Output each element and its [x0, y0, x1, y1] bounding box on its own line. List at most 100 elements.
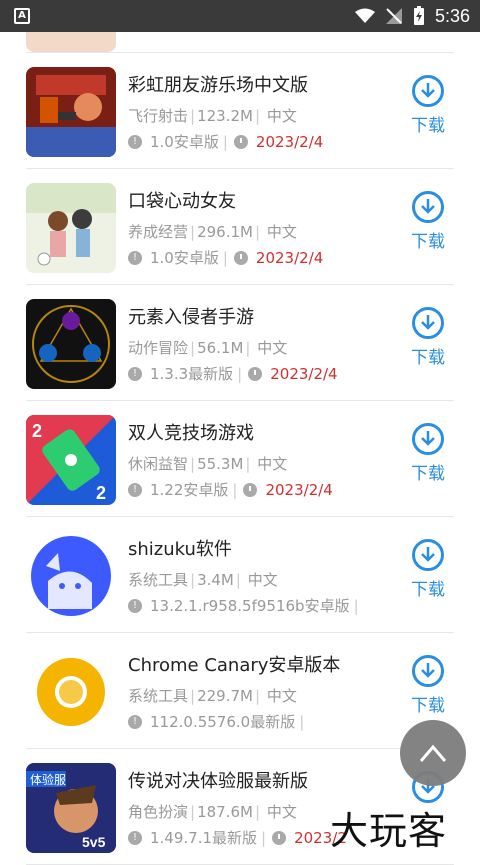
thumb-number-left: 2: [32, 421, 42, 441]
battery-charging-icon: [413, 6, 424, 25]
app-size: 229.7M: [197, 687, 253, 705]
partial-list-item[interactable]: [26, 32, 454, 53]
info-icon: !: [128, 366, 142, 381]
app-meta: 飞行射击 | 123.2M | 中文: [128, 107, 297, 125]
watermark: 大玩客: [330, 809, 448, 853]
app-category: 养成经营: [128, 223, 189, 241]
info-icon: !: [128, 250, 142, 265]
app-date: 2023/2/4: [255, 132, 324, 151]
clock-icon: [248, 366, 263, 381]
download-button[interactable]: 下载: [402, 191, 454, 252]
app-thumbnail[interactable]: [26, 647, 116, 737]
thumb-number-right: 2: [96, 483, 106, 503]
app-category: 休闲益智: [128, 455, 189, 473]
no-signal-icon: [385, 8, 402, 24]
download-label: 下载: [411, 580, 445, 600]
download-label: 下载: [411, 696, 445, 716]
app-category: 角色扮演: [128, 803, 189, 821]
download-button[interactable]: 下载: [402, 539, 454, 600]
app-version: 1.0安卓版: [150, 249, 219, 267]
list-item[interactable]: 彩虹朋友游乐场中文版 飞行射击 | 123.2M | 中文 ! 1.0安卓版 | 2023/…: [26, 53, 454, 169]
download-label: 下载: [411, 348, 445, 368]
app-meta: 养成经营 | 296.1M | 中文: [128, 223, 297, 241]
info-icon: !: [128, 830, 142, 845]
status-bar: A 5:36: [0, 0, 480, 32]
app-date: 2023/2/4: [270, 364, 338, 383]
app-meta: 动作冒险 | 56.1M | 中文: [128, 339, 288, 357]
app-size: 123.2M: [197, 107, 253, 125]
app-thumbnail[interactable]: [26, 67, 116, 157]
app-title[interactable]: Chrome Canary安卓版本: [128, 651, 340, 677]
app-category: 动作冒险: [128, 339, 189, 357]
app-thumbnail[interactable]: [26, 183, 116, 273]
list-item[interactable]: Chrome Canary安卓版本 系统工具 | 229.7M | 中文 ! 112.0…: [26, 633, 454, 749]
app-title[interactable]: 双人竞技场游戏: [128, 419, 254, 445]
info-icon: !: [128, 134, 142, 149]
app-size: 56.1M: [197, 339, 244, 357]
app-version-row: ! 112.0.5576.0最新版 |: [128, 711, 304, 732]
app-size: 296.1M: [197, 223, 253, 241]
app-version: 1.49.7.1最新版: [150, 829, 258, 847]
chevron-up-icon: [419, 744, 447, 762]
app-category: 飞行射击: [128, 107, 189, 125]
app-version-row: ! 1.22安卓版 | 2023/2/4: [128, 479, 333, 500]
app-date: 2023/2/4: [265, 480, 333, 499]
download-icon: [412, 655, 444, 687]
app-title[interactable]: 彩虹朋友游乐场中文版: [128, 71, 308, 97]
download-icon: [412, 307, 444, 339]
app-version: 1.22安卓版: [150, 481, 229, 499]
app-version-row: ! 13.2.1.r958.5f9516b安卓版 |: [128, 595, 359, 616]
download-icon: [412, 75, 444, 107]
app-thumbnail[interactable]: [26, 531, 116, 621]
app-meta: 系统工具 | 3.4M | 中文: [128, 571, 278, 589]
app-size: 187.6M: [197, 803, 253, 821]
list-item[interactable]: 口袋心动女友 养成经营 | 296.1M | 中文 ! 1.0安卓版 | 2023/2/4 …: [26, 169, 454, 285]
list-item[interactable]: 元素入侵者手游 动作冒险 | 56.1M | 中文 ! 1.3.3最新版 | 2023/2/…: [26, 285, 454, 401]
clock-icon: [233, 134, 248, 149]
app-language: 中文: [266, 803, 297, 821]
app-version-row: ! 1.0安卓版 | 2023/2/4: [128, 247, 323, 268]
app-version: 112.0.5576.0最新版: [150, 713, 296, 731]
download-button[interactable]: 下载: [402, 75, 454, 136]
clock-icon: [272, 830, 287, 845]
app-language: 中文: [266, 107, 297, 125]
app-meta: 系统工具 | 229.7M | 中文: [128, 687, 297, 705]
app-title[interactable]: 口袋心动女友: [128, 187, 236, 213]
download-label: 下载: [411, 464, 445, 484]
wifi-icon: [354, 8, 375, 23]
app-meta: 休闲益智 | 55.3M | 中文: [128, 455, 288, 473]
app-language: 中文: [257, 455, 288, 473]
app-size: 3.4M: [197, 571, 234, 589]
app-version-row: ! 1.49.7.1最新版 | 2023/2: [128, 827, 347, 848]
app-version: 13.2.1.r958.5f9516b安卓版: [150, 597, 350, 615]
app-title[interactable]: 元素入侵者手游: [128, 303, 254, 329]
app-version: 1.3.3最新版: [150, 365, 234, 383]
app-meta: 角色扮演 | 187.6M | 中文: [128, 803, 297, 821]
download-label: 下载: [411, 116, 445, 136]
list-item[interactable]: shizuku软件 系统工具 | 3.4M | 中文 ! 13.2.1.r958.5f9…: [26, 517, 454, 633]
scroll-to-top-button[interactable]: [400, 720, 466, 786]
app-language: 中文: [266, 687, 297, 705]
app-title[interactable]: 传说对决体验服最新版: [128, 767, 308, 793]
info-icon: !: [128, 482, 142, 497]
list-item[interactable]: 22 双人竞技场游戏 休闲益智 | 55.3M | 中文 ! 1.22安卓版 | 2023/…: [26, 401, 454, 517]
download-icon: [412, 423, 444, 455]
clock-icon: [243, 482, 258, 497]
app-thumbnail[interactable]: 体验服 5v5: [26, 763, 116, 853]
download-icon: [412, 191, 444, 223]
app-thumbnail[interactable]: 22: [26, 415, 116, 505]
info-icon: !: [128, 714, 142, 729]
download-button[interactable]: 下载: [402, 307, 454, 368]
download-button[interactable]: 下载: [402, 655, 454, 716]
app-version-row: ! 1.0安卓版 | 2023/2/4: [128, 131, 323, 152]
thumb-mode: 5v5: [82, 834, 106, 850]
app-language: 中文: [247, 571, 278, 589]
download-button[interactable]: 下载: [402, 423, 454, 484]
clock-icon: [233, 250, 248, 265]
app-notification-icon: A: [14, 8, 30, 24]
app-thumbnail[interactable]: [26, 299, 116, 389]
app-version-row: ! 1.3.3最新版 | 2023/2/4: [128, 363, 338, 384]
app-date: 2023/2/4: [255, 248, 324, 267]
clock: 5:36: [434, 5, 470, 26]
app-title[interactable]: shizuku软件: [128, 535, 232, 561]
